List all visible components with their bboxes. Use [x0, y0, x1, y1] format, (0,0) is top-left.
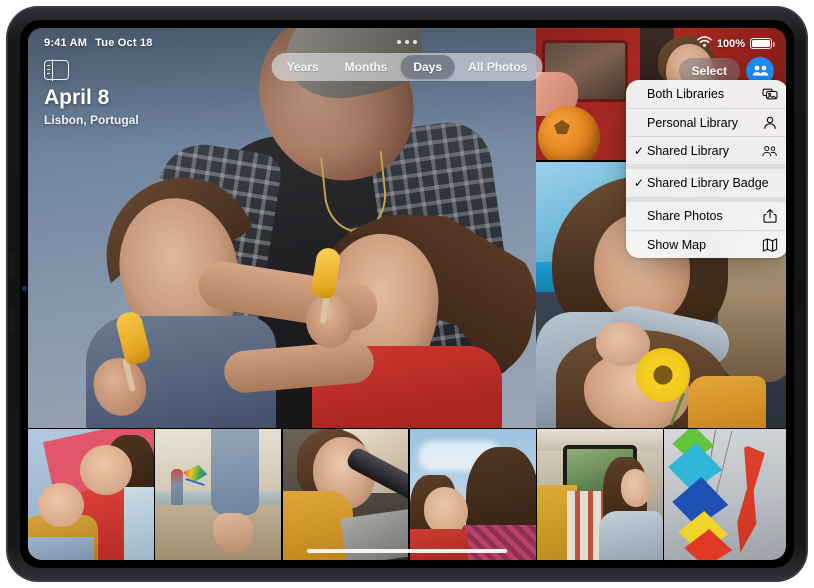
menu-label-shared-library: Shared Library: [647, 143, 729, 158]
thumbnail-two-girls-lying-down[interactable]: [28, 429, 154, 560]
sunflower: [636, 348, 690, 402]
flower-photo-yellow-jacket: [688, 376, 766, 428]
thumb1-girl1-face: [38, 483, 84, 527]
tab-months[interactable]: Months: [332, 55, 401, 79]
battery-fill: [752, 40, 770, 47]
status-bar-right: 100%: [697, 36, 775, 51]
thumb1-girl2-face: [80, 445, 132, 495]
battery-full-icon: [750, 38, 775, 49]
thumb1-jeans: [28, 537, 94, 560]
photo-filmstrip: [28, 429, 786, 560]
thumb4-back-girl-top: [461, 525, 536, 560]
thumb6-red-ribbon: [729, 444, 766, 554]
library-context-menu[interactable]: Both Libraries Personal Library ✓ Shared…: [626, 80, 786, 258]
thumbnail-two-girls-against-sky[interactable]: [409, 429, 536, 560]
menu-check-shared-library: ✓: [634, 143, 645, 158]
tab-all-photos[interactable]: All Photos: [455, 55, 540, 79]
thumb2-person-with-kite: [171, 469, 184, 505]
page-title: April 8: [44, 86, 110, 109]
menu-label-show-map: Show Map: [647, 237, 707, 252]
status-date: Tue Oct 18: [95, 37, 153, 49]
battery-percent-label: 100%: [716, 37, 745, 50]
home-indicator[interactable]: [307, 549, 507, 553]
sidebar-toggle-line-1: [47, 65, 50, 67]
menu-item-personal-library[interactable]: Personal Library: [626, 108, 786, 136]
both-libraries-icon: [762, 86, 778, 102]
orange-ball: [538, 106, 600, 160]
person-icon: [762, 115, 778, 131]
multitask-dots-icon[interactable]: [397, 40, 417, 44]
ipad-screen: 9:41 AM Tue Oct 18 April 8 Lisbon, Portu…: [28, 28, 786, 560]
volume-up-button[interactable]: [10, 253, 15, 279]
sidebar-toggle-icon[interactable]: [44, 59, 69, 81]
thumb4-front-girl-face: [423, 487, 468, 535]
multitask-dot: [405, 40, 409, 44]
menu-label-share-photos: Share Photos: [647, 209, 723, 223]
status-bar-left: 9:41 AM Tue Oct 18: [44, 37, 153, 49]
status-time: 9:41 AM: [44, 37, 88, 49]
menu-item-shared-library-badge[interactable]: ✓ Shared Library Badge: [626, 169, 786, 197]
map-icon: [762, 237, 778, 253]
view-segmented-control[interactable]: Years Months Days All Photos: [271, 53, 543, 81]
sidebar-toggle-line-2: [47, 69, 50, 71]
ipad-device-frame: 9:41 AM Tue Oct 18 April 8 Lisbon, Portu…: [8, 8, 806, 580]
thumbnail-girl-leaning-on-car-window[interactable]: [282, 429, 409, 560]
menu-check-shared-library-badge: ✓: [634, 176, 645, 190]
thumb2-jean-leg: [211, 429, 260, 515]
multitask-dot: [397, 40, 401, 44]
multitask-dot: [413, 40, 417, 44]
menu-item-share-photos[interactable]: Share Photos: [626, 202, 786, 230]
tab-days[interactable]: Days: [400, 55, 456, 79]
thumb4-front-girl-top: [409, 529, 468, 560]
two-people-icon: [762, 143, 778, 159]
thumb1-sleeve: [124, 487, 154, 560]
share-icon: [762, 208, 778, 224]
menu-label-personal-library: Personal Library: [647, 115, 739, 130]
menu-label-shared-library-badge: Shared Library Badge: [647, 176, 769, 190]
menu-item-show-map[interactable]: Show Map: [626, 230, 786, 258]
menu-item-shared-library[interactable]: ✓ Shared Library: [626, 136, 786, 164]
volume-down-button[interactable]: [10, 308, 15, 334]
thumb2-bare-foot: [213, 513, 254, 553]
wifi-icon: [697, 36, 712, 51]
menu-item-both-libraries[interactable]: Both Libraries: [626, 80, 786, 108]
sidebar-toggle-line-3: [47, 73, 50, 75]
thumbnail-feet-on-beach-with-kite[interactable]: [155, 429, 281, 560]
page-subtitle: Lisbon, Portugal: [44, 113, 139, 127]
tab-years[interactable]: Years: [274, 55, 332, 79]
thumb5-girl-sweater: [599, 511, 663, 560]
front-camera: [22, 286, 27, 291]
thumb5-girl-face: [621, 469, 651, 507]
thumbnail-girl-in-van[interactable]: [537, 429, 663, 560]
thumbnail-colorful-kites[interactable]: [664, 429, 786, 560]
menu-label-both-libraries: Both Libraries: [647, 87, 725, 101]
